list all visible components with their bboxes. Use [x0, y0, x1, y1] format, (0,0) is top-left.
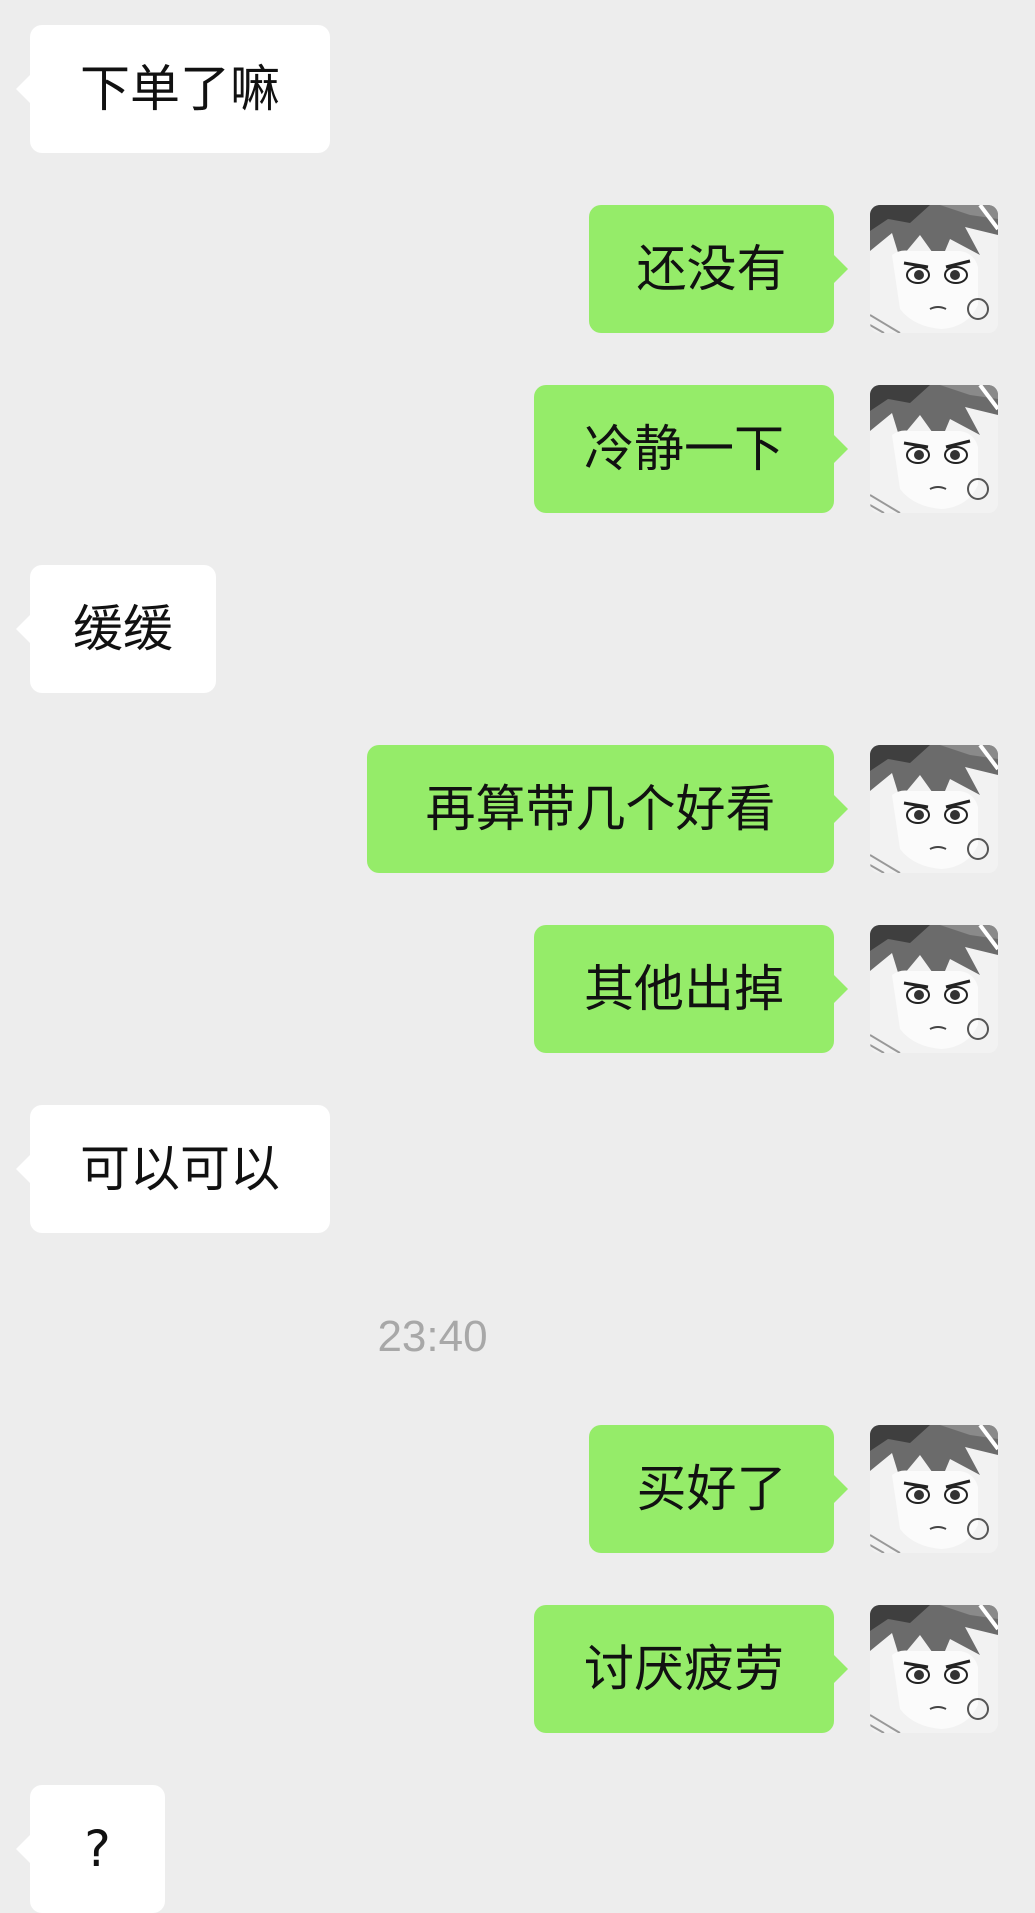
message-bubble-outgoing[interactable]: 其他出掉 — [534, 925, 848, 1053]
message-text: 买好了 — [636, 1460, 787, 1518]
message-bubble-incoming[interactable]: ? — [16, 1785, 165, 1913]
chat-window: { "messages": [ { "side": "in", "text": … — [0, 0, 1035, 1913]
message-bubble-outgoing[interactable]: 讨厌疲劳 — [534, 1605, 848, 1733]
message-bubble-incoming[interactable]: 缓缓 — [16, 565, 216, 693]
avatar-icon[interactable] — [870, 385, 998, 513]
message-text: 讨厌疲劳 — [584, 1640, 784, 1698]
message-text: ? — [84, 1820, 111, 1878]
message-text: 冷静一下 — [584, 420, 784, 478]
message-bubble-incoming[interactable]: 可以可以 — [16, 1105, 330, 1233]
message-text: 缓缓 — [73, 600, 173, 658]
message-text: 其他出掉 — [584, 960, 784, 1018]
message-text: 再算带几个好看 — [425, 780, 776, 838]
avatar-icon[interactable] — [870, 745, 998, 873]
message-text: 下单了嘛 — [80, 60, 280, 118]
message-bubble-outgoing[interactable]: 还没有 — [589, 205, 848, 333]
message-bubble-incoming[interactable]: 下单了嘛 — [16, 25, 330, 153]
avatar-icon[interactable] — [870, 925, 998, 1053]
message-bubble-outgoing[interactable]: 冷静一下 — [534, 385, 848, 513]
message-text: 还没有 — [636, 240, 787, 298]
message-bubble-outgoing[interactable]: 买好了 — [589, 1425, 848, 1553]
avatar-icon[interactable] — [870, 205, 998, 333]
avatar-icon[interactable] — [870, 1425, 998, 1553]
message-bubble-outgoing[interactable]: 再算带几个好看 — [367, 745, 848, 873]
timestamp: 23:40 — [377, 1312, 488, 1361]
message-text: 可以可以 — [80, 1140, 280, 1198]
avatar-icon[interactable] — [870, 1605, 998, 1733]
